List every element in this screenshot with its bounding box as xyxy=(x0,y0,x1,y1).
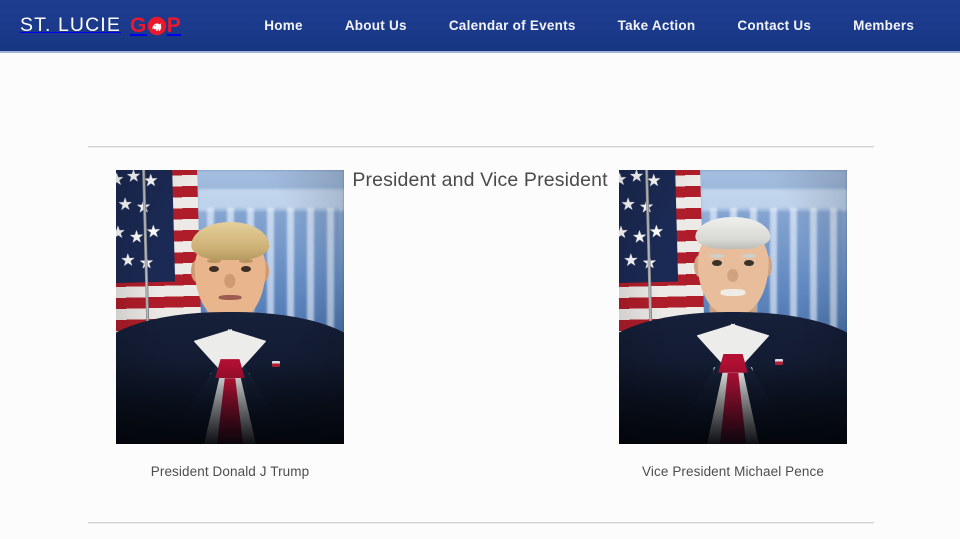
eyebrow-left xyxy=(710,253,724,258)
mouth xyxy=(218,294,242,300)
nav-item-members[interactable]: Members xyxy=(832,0,935,51)
shoulder-shadow xyxy=(116,361,344,444)
brand-gop-letter-g: G xyxy=(129,14,147,37)
eye-left xyxy=(209,265,220,272)
portrait-card-vice-president: ★ ★ ★ ★ ★ ★ ★ ★ ★ ★ xyxy=(619,170,847,482)
eyebrow-right xyxy=(742,253,756,258)
portrait-photo-president[interactable]: ★ ★ ★ ★ ★ ★ ★ ★ ★ ★ xyxy=(116,170,344,444)
person-figure-president xyxy=(116,170,344,444)
brand-gop-wordmark: G P xyxy=(130,15,181,36)
main-navigation: Home About Us Calendar of Events Take Ac… xyxy=(243,0,935,51)
site-logo[interactable]: ST. LUCIE G P xyxy=(20,14,181,37)
person-figure-vice-president xyxy=(619,170,847,444)
hair xyxy=(695,216,771,250)
divider-bottom xyxy=(88,522,874,523)
hair xyxy=(191,222,269,261)
portrait-caption-president: President Donald J Trump xyxy=(150,464,310,479)
brand-name-text: ST. LUCIE xyxy=(20,14,121,36)
gop-elephant-circle-icon xyxy=(147,16,167,36)
portrait-gallery: ★ ★ ★ ★ ★ ★ ★ ★ ★ ★ xyxy=(0,170,960,500)
mouth-smile xyxy=(720,289,746,296)
nav-item-take-action[interactable]: Take Action xyxy=(597,0,717,51)
portrait-caption-vice-president: Vice President Michael Pence xyxy=(642,464,824,479)
eye-right xyxy=(240,265,251,272)
portrait-card-president: ★ ★ ★ ★ ★ ★ ★ ★ ★ ★ xyxy=(116,170,344,482)
page-content: President and Vice President ★ ★ ★ ★ ★ ★… xyxy=(0,53,960,539)
brand-gop-letter-p: P xyxy=(166,14,182,37)
nose xyxy=(224,274,236,288)
nav-item-about-us[interactable]: About Us xyxy=(324,0,428,51)
nav-item-home[interactable]: Home xyxy=(243,0,324,51)
nav-item-contact-us[interactable]: Contact Us xyxy=(716,0,832,51)
divider-top xyxy=(88,146,874,147)
portrait-photo-vice-president[interactable]: ★ ★ ★ ★ ★ ★ ★ ★ ★ ★ xyxy=(619,170,847,444)
nose xyxy=(727,268,739,283)
site-header: ST. LUCIE G P Home About Us Calendar of … xyxy=(0,0,960,53)
shoulder-shadow xyxy=(619,361,847,444)
nav-item-calendar-of-events[interactable]: Calendar of Events xyxy=(428,0,597,51)
